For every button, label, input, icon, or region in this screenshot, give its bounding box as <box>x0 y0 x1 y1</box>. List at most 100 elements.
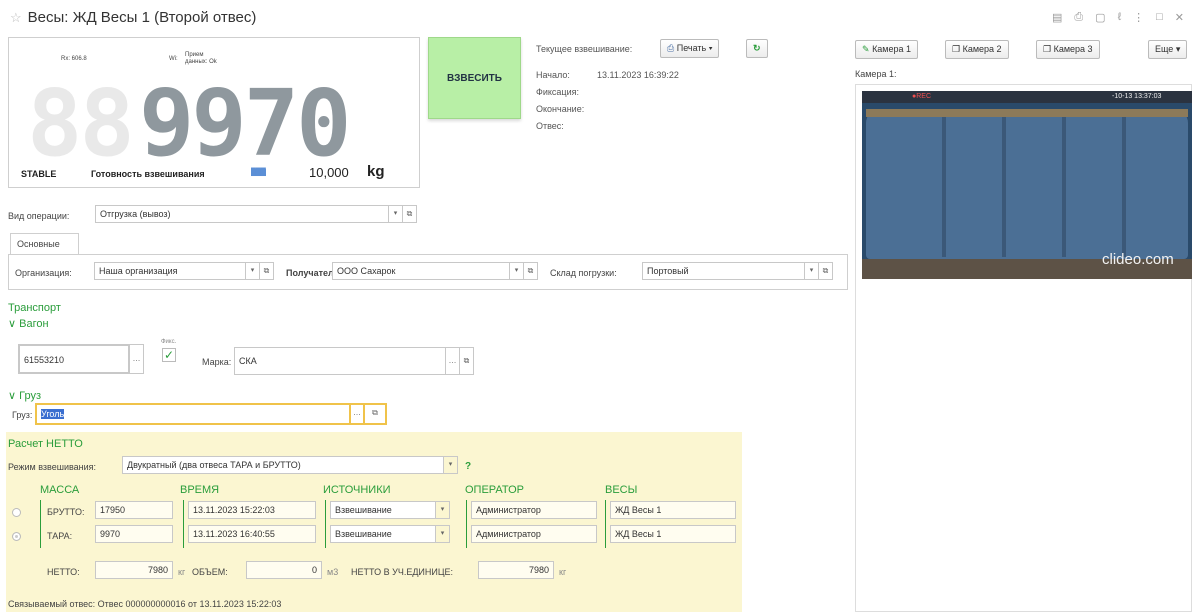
printer-icon: ⎙ <box>667 43 675 53</box>
camera2-button[interactable]: ❐ Камера 2 <box>945 40 1009 59</box>
wi-label: Wi: <box>169 56 178 62</box>
brand-field[interactable]: СКА <box>234 347 446 375</box>
warehouse-select[interactable]: Портовый <box>642 262 805 280</box>
watermark: clideo.com <box>1102 251 1174 268</box>
title-text: Весы: ЖД Весы 1 (Второй отвес) <box>27 9 257 26</box>
chevron-down-icon: ∨ <box>8 318 20 330</box>
netto-label: НЕТТО: <box>47 567 80 577</box>
mode-dropdown[interactable]: ▾ <box>444 456 458 474</box>
more-button[interactable]: Еще ▾ <box>1148 40 1188 59</box>
volume-label: ОБЪЕМ: <box>192 567 228 577</box>
close-icon[interactable]: ✕ <box>1175 11 1184 24</box>
refresh-icon: ↻ <box>753 43 761 53</box>
chevron-down-icon: ∨ <box>8 390 20 402</box>
brutto-mass[interactable]: 17950 <box>95 501 173 519</box>
wagon-select-icon[interactable]: … <box>130 344 144 374</box>
tara-label: ТАРА: <box>47 531 73 541</box>
brutto-source-dropdown[interactable]: ▾ <box>436 501 450 519</box>
brutto-time[interactable]: 13.11.2023 15:22:03 <box>188 501 316 519</box>
camera1-button[interactable]: ✎ Камера 1 <box>855 40 919 59</box>
org-label: Организация: <box>15 268 72 278</box>
data-status-2: данных: Ok <box>185 59 217 65</box>
tara-time[interactable]: 13.11.2023 16:40:55 <box>188 525 316 543</box>
col-mass: МАССА <box>40 484 80 496</box>
col-scales: ВЕСЫ <box>605 484 638 496</box>
brand-select-icon[interactable]: … <box>446 347 460 375</box>
tara-operator: Администратор <box>471 525 597 543</box>
save-icon[interactable]: ▤ <box>1052 11 1062 24</box>
fix-checkbox[interactable]: ✓ <box>162 348 176 362</box>
toolbar-icons: ▤ ⎙ ▢ ℓ ⋮ □ ✕ <box>1052 11 1184 24</box>
warehouse-open-icon[interactable]: ⧉ <box>819 262 833 280</box>
display-weight: 9970 <box>139 70 352 177</box>
current-weighing-label: Текущее взвешивание: <box>536 44 633 54</box>
operation-open-icon[interactable]: ⧉ <box>403 205 417 223</box>
brutto-scales: ЖД Весы 1 <box>610 501 736 519</box>
camera-image: ●REC -10-13 13:37:03 clideo.com <box>862 91 1192 279</box>
col-time: ВРЕМЯ <box>180 484 220 496</box>
cargo-title[interactable]: ∨ Груз <box>8 389 41 402</box>
brutto-operator: Администратор <box>471 501 597 519</box>
fix-label: Фиксация: <box>536 87 579 97</box>
help-icon[interactable]: ? <box>465 461 471 472</box>
tara-source-dropdown[interactable]: ▾ <box>436 525 450 543</box>
weight-display: Rx: 606.8 Wi: Прием данных: Ok 88 9970 S… <box>8 37 420 188</box>
netto-unit: кг <box>178 567 186 577</box>
capacity-value: 10,000 <box>309 165 349 180</box>
org-dropdown[interactable]: ▾ <box>246 262 260 280</box>
cargo-label: Груз: <box>12 410 33 420</box>
volume-value: 0 <box>246 561 322 579</box>
page-title: ☆ Весы: ЖД Весы 1 (Второй отвес) <box>10 9 256 26</box>
camera-icon: ❐ <box>952 44 961 54</box>
recipient-open-icon[interactable]: ⧉ <box>524 262 538 280</box>
data-status-1: Прием <box>185 52 204 58</box>
cargo-field[interactable]: Уголь <box>35 403 351 425</box>
cargo-select-icon[interactable]: … <box>351 403 365 425</box>
netto-value: 7980 <box>95 561 173 579</box>
star-icon[interactable]: ☆ <box>10 10 22 25</box>
camera3-button[interactable]: ❐ Камера 3 <box>1036 40 1100 59</box>
print-button[interactable]: ⎙ Печать ▾ <box>660 39 720 58</box>
wagon-title[interactable]: ∨ Вагон <box>8 317 49 330</box>
maximize-icon[interactable]: □ <box>1156 11 1163 24</box>
preview-icon[interactable]: ▢ <box>1095 11 1105 24</box>
tara-radio[interactable] <box>12 532 21 541</box>
operation-select[interactable]: Отгрузка (вывоз) <box>95 205 389 223</box>
brutto-label: БРУТТО: <box>47 507 85 517</box>
refresh-button[interactable]: ↻ <box>746 39 768 58</box>
tab-main[interactable]: Основные <box>10 233 79 255</box>
unit-netto-value: 7980 <box>478 561 554 579</box>
org-select[interactable]: Наша организация <box>94 262 246 280</box>
fix-label: Фикс. <box>161 339 177 345</box>
link-icon[interactable]: ℓ <box>1118 11 1122 24</box>
brutto-radio[interactable] <box>12 508 21 517</box>
cargo-open-icon[interactable]: ⧉ <box>365 403 387 425</box>
brand-open-icon[interactable]: ⧉ <box>460 347 474 375</box>
cargo-value: Уголь <box>41 409 65 419</box>
recipient-dropdown[interactable]: ▾ <box>510 262 524 280</box>
wagon-number-field[interactable]: 61553210 <box>18 344 130 374</box>
weigh-button[interactable]: ВЗВЕСИТЬ <box>428 37 521 119</box>
recipient-select[interactable]: ООО Сахарок <box>332 262 510 280</box>
brutto-source[interactable]: Взвешивание <box>330 501 436 519</box>
readiness-label: Готовность взвешивания <box>91 169 205 179</box>
tara-scales: ЖД Весы 1 <box>610 525 736 543</box>
volume-unit: м3 <box>327 567 339 577</box>
col-sources: ИСТОЧНИКИ <box>323 484 391 496</box>
unit-netto-unit: кг <box>559 567 567 577</box>
more-icon[interactable]: ⋮ <box>1133 11 1144 24</box>
camera-icon: ❐ <box>1043 44 1052 54</box>
print-icon[interactable]: ⎙ <box>1074 11 1083 24</box>
tara-mass[interactable]: 9970 <box>95 525 173 543</box>
transport-title: Транспорт <box>8 302 61 314</box>
warehouse-dropdown[interactable]: ▾ <box>805 262 819 280</box>
camera-timestamp: -10-13 13:37:03 <box>1112 93 1162 100</box>
org-open-icon[interactable]: ⧉ <box>260 262 274 280</box>
linked-otves[interactable]: Связываемый отвес: Отвес 000000000016 от… <box>8 599 281 609</box>
camera-frame-label: Камера 1: <box>855 69 897 79</box>
mode-select[interactable]: Двукратный (два отвеса ТАРА и БРУТТО) <box>122 456 444 474</box>
readiness-indicator: ███ <box>251 169 266 176</box>
otves-label: Отвес: <box>536 121 564 131</box>
tara-source[interactable]: Взвешивание <box>330 525 436 543</box>
operation-dropdown[interactable]: ▾ <box>389 205 403 223</box>
